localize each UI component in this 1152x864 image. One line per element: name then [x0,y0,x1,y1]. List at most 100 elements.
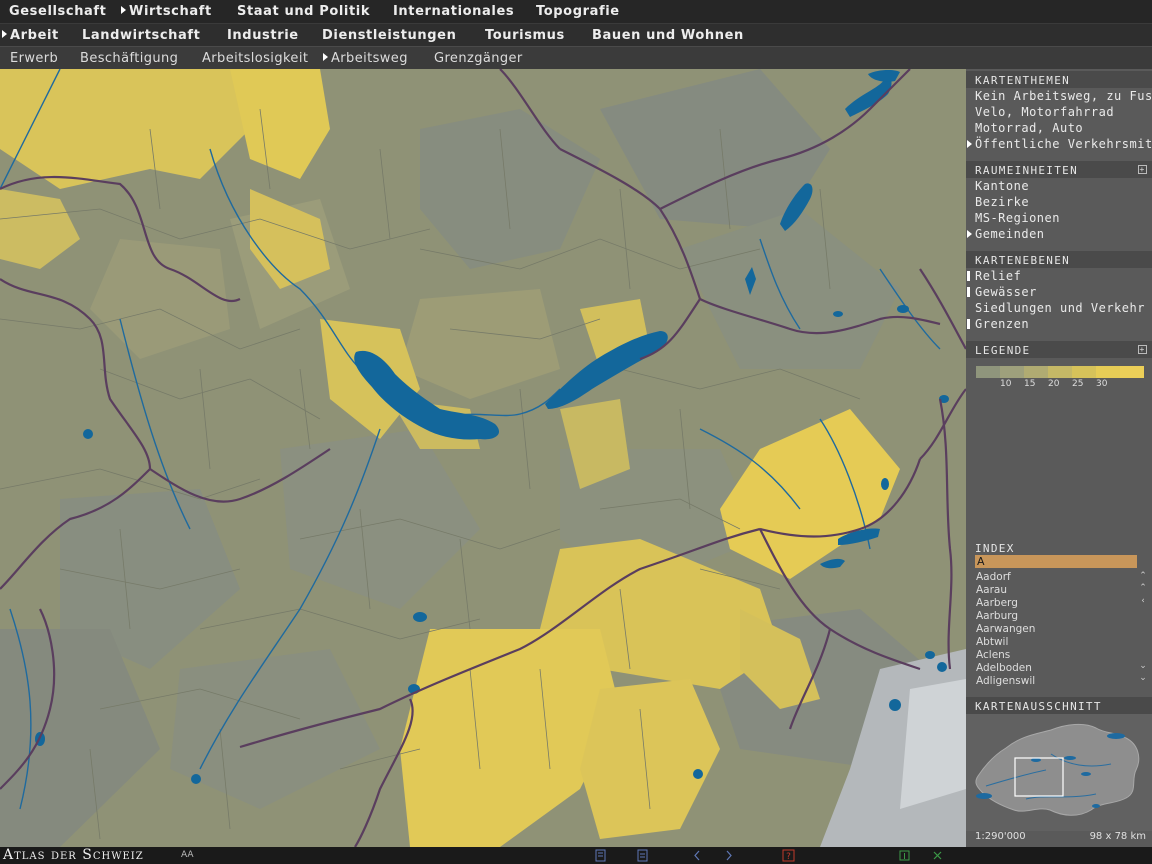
legend-color-scale [976,366,1144,378]
scroll-top-icon[interactable]: ⌃ [1138,571,1148,581]
index-item[interactable]: Aarwangen [976,623,1035,636]
lake [1064,756,1076,760]
lake [881,478,889,490]
kartenthemen-title: KARTENTHEMEN [975,74,1071,87]
nav-gesellschaft[interactable]: Gesellschaft [9,0,107,23]
nav-tourismus[interactable]: Tourismus [485,24,565,47]
theme-kein-arbeitsweg[interactable]: Kein Arbeitsweg, zu Fuss [975,88,1152,104]
legend-swatch [976,366,1000,378]
index-header: INDEX [966,539,1152,556]
brand-logo: Atlas der Schweiz [3,847,144,863]
overview-canvas [966,714,1152,831]
expand-icon[interactable]: + [1138,345,1147,354]
scroll-bottom-icon[interactable]: ⌄ [1138,673,1148,683]
lake [833,311,843,317]
legend-swatch [1120,366,1144,378]
raumeinheiten-header: RAUMEINHEITEN + [966,161,1152,178]
kartenausschnitt-header: KARTENAUSSCHNITT [966,697,1152,714]
back-arrow-icon[interactable] [691,849,704,862]
kartenausschnitt-title: KARTENAUSSCHNITT [975,700,1102,713]
index-item[interactable]: Aarau [976,584,1007,597]
scroll-down-icon[interactable]: ⌄ [1138,661,1148,671]
map-scale: 1:290'000 [975,831,1026,842]
legend-swatch [1000,366,1024,378]
nav-arbeit-label: Arbeit [10,28,59,43]
lake [83,429,93,439]
unit-label: Gemeinden [975,227,1045,241]
selected-marker-icon [967,140,972,148]
index-item[interactable]: Aclens [976,649,1010,662]
unit-bezirke[interactable]: Bezirke [975,194,1029,210]
overview-map[interactable] [966,714,1152,831]
help-icon[interactable]: ? [782,849,795,862]
topic-nav: Erwerb Beschäftigung Arbeitslosigkeit Ar… [0,46,1152,69]
legend-swatch [1024,366,1048,378]
layer-label: Grenzen [975,317,1030,331]
nav-internationales[interactable]: Internationales [393,0,514,23]
choropleth-map[interactable] [0,69,966,847]
active-marker-icon [2,30,7,38]
nav-wirtschaft-label: Wirtschaft [129,4,212,19]
index-item[interactable]: Aadorf [976,571,1011,584]
lake [1081,772,1091,776]
scroll-back-icon[interactable]: ‹ [1138,596,1148,606]
index-item[interactable]: Aarberg [976,597,1018,610]
checked-marker-icon [967,287,970,297]
unit-label: Kantone [975,179,1030,193]
expand-icon[interactable]: + [1138,165,1147,174]
document-icon[interactable] [636,849,649,862]
layer-label: Gewässer [975,285,1037,299]
legende-title: LEGENDE [975,344,1031,357]
main-nav: Gesellschaft Wirtschaft Staat und Politi… [0,0,1152,23]
legend-tick: 20 [1048,379,1060,389]
nav-bauen-wohnen[interactable]: Bauen und Wohnen [592,24,744,47]
checked-marker-icon [967,319,970,329]
nav-erwerb[interactable]: Erwerb [10,47,58,70]
layer-relief[interactable]: Relief [967,268,1021,284]
forward-arrow-icon[interactable] [722,849,735,862]
notes-icon[interactable] [594,849,607,862]
scroll-up-icon[interactable]: ⌃ [1138,583,1148,593]
unit-ms-regionen[interactable]: MS-Regionen [975,210,1060,226]
layer-gewaesser[interactable]: Gewässer [967,284,1037,300]
theme-motorrad-auto[interactable]: Motorrad, Auto [975,120,1083,136]
print-icon[interactable] [898,849,911,862]
index-item[interactable]: Adelboden [976,662,1032,675]
nav-arbeit[interactable]: Arbeit [2,24,59,47]
unit-kantone[interactable]: Kantone [975,178,1029,194]
unit-label: Bezirke [975,195,1030,209]
index-item[interactable]: Abtwil [976,636,1008,649]
theme-velo[interactable]: Velo, Motorfahrrad [975,104,1114,120]
nav-topografie[interactable]: Topografie [536,0,620,23]
theme-oev[interactable]: Öffentliche Verkehrsmittel [967,136,1152,152]
nav-staat-politik[interactable]: Staat und Politik [237,0,370,23]
index-letter-selector[interactable]: A [975,555,1137,568]
theme-label: Kein Arbeitsweg, zu Fuss [975,89,1152,103]
brand-sub: AA [181,850,194,860]
legend-swatch [1072,366,1096,378]
index-item[interactable]: Aarburg [976,610,1018,623]
nav-wirtschaft[interactable]: Wirtschaft [121,0,212,23]
svg-text:?: ? [786,852,791,862]
nav-industrie[interactable]: Industrie [227,24,299,47]
nav-landwirtschaft[interactable]: Landwirtschaft [82,24,200,47]
nav-beschaeftigung[interactable]: Beschäftigung [80,47,178,70]
layer-label: Siedlungen und Verkehr [975,301,1145,315]
sub-nav: Arbeit Landwirtschaft Industrie Dienstle… [0,23,1152,46]
nav-grenzgaenger[interactable]: Grenzgänger [434,47,523,70]
layer-grenzen[interactable]: Grenzen [967,316,1030,332]
kartenebenen-title: KARTENEBENEN [975,254,1071,267]
index-item[interactable]: Adligenswil [976,675,1035,688]
map-canvas [0,69,966,847]
close-icon[interactable] [931,849,944,862]
legend-tick: 30 [1096,379,1108,389]
legend-tick: 10 [1000,379,1012,389]
nav-arbeitslosigkeit[interactable]: Arbeitslosigkeit [202,47,308,70]
unit-gemeinden[interactable]: Gemeinden [967,226,1045,242]
theme-label: Velo, Motorfahrrad [975,105,1115,119]
lake-geneva [976,793,992,799]
lake [413,612,427,622]
nav-dienstleistungen[interactable]: Dienstleistungen [322,24,456,47]
nav-arbeitsweg[interactable]: Arbeitsweg [323,47,408,70]
layer-siedlungen[interactable]: Siedlungen und Verkehr [975,300,1145,316]
